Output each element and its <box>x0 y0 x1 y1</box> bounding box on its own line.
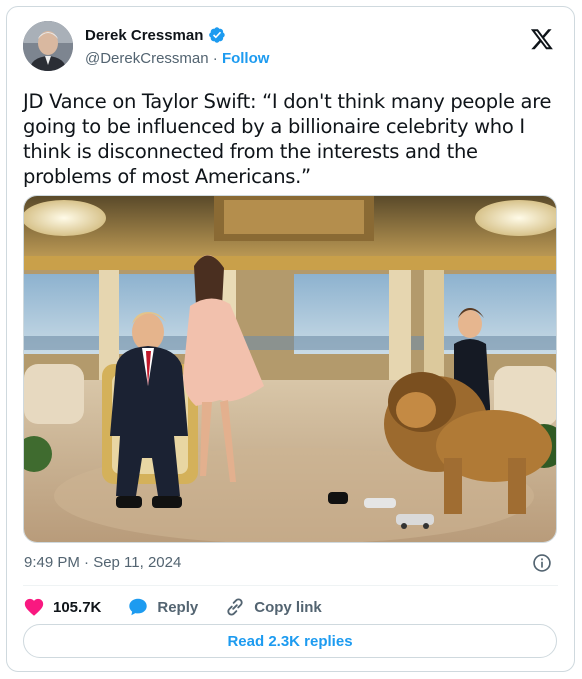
info-icon[interactable] <box>532 553 552 573</box>
author-handle-line: @DerekCressman · Follow <box>85 50 269 67</box>
heart-icon <box>24 598 44 616</box>
handle-separator: · <box>212 50 218 67</box>
copy-link-label: Copy link <box>254 598 322 616</box>
tweet-timestamp[interactable]: 9:49 PM · Sep 11, 2024 <box>24 554 181 571</box>
reply-bubble-icon <box>129 598 148 616</box>
follow-button[interactable]: Follow <box>222 50 270 67</box>
avatar[interactable] <box>23 21 73 71</box>
tweet-text: JD Vance on Taylor Swift: “I don't think… <box>23 90 552 188</box>
reply-label: Reply <box>157 598 199 616</box>
author-name-line: Derek Cressman <box>85 26 226 44</box>
copy-link-button[interactable]: Copy link <box>224 596 322 618</box>
verified-badge-icon <box>209 27 226 43</box>
read-replies-button[interactable]: Read 2.3K replies <box>23 624 557 658</box>
tweet-actions: 105.7K Reply Copy link <box>23 592 348 622</box>
tweet-header: Derek Cressman @DerekCressman · Follow <box>23 21 560 77</box>
link-icon <box>227 598 243 616</box>
tweet-photo[interactable] <box>23 195 557 543</box>
author-handle[interactable]: @DerekCressman <box>85 50 209 67</box>
x-logo-icon[interactable] <box>530 27 554 51</box>
author-name[interactable]: Derek Cressman <box>85 27 203 44</box>
divider <box>23 585 558 586</box>
like-button[interactable]: 105.7K <box>23 596 101 618</box>
tweet-card: Derek Cressman @DerekCressman · Follow J… <box>6 6 575 672</box>
reply-button[interactable]: Reply <box>127 596 198 618</box>
likes-count: 105.7K <box>53 598 102 616</box>
